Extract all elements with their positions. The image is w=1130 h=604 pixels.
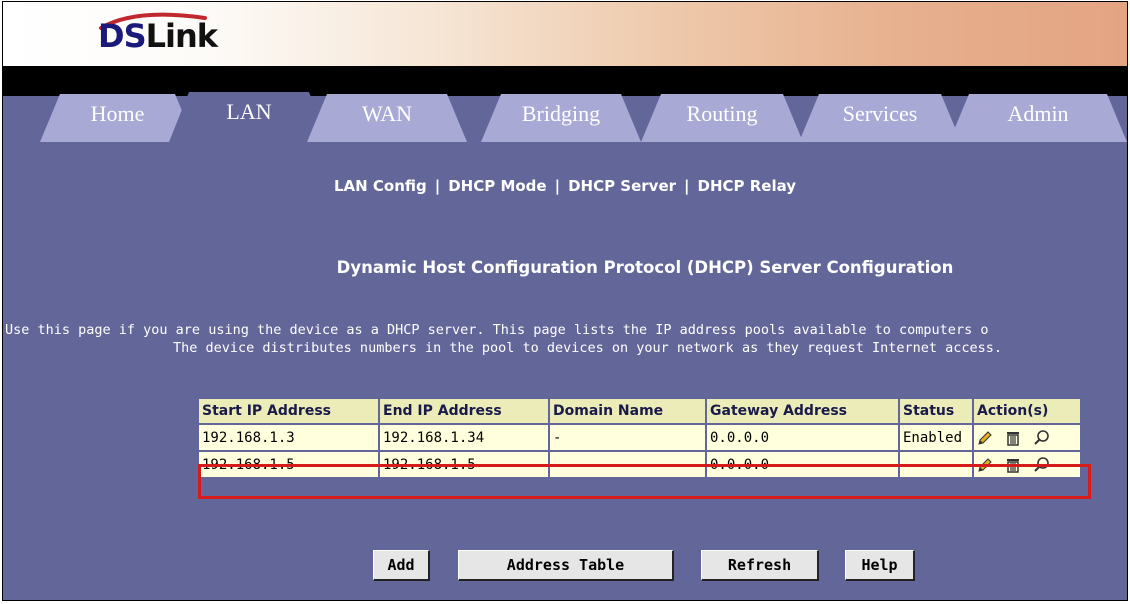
cell-start-ip: 192.168.1.3 <box>199 425 378 450</box>
subnav-lan-config[interactable]: LAN Config <box>334 177 427 195</box>
help-button[interactable]: Help <box>845 550 915 581</box>
router-config-page: DSLink Home LAN WAN Bridging Routing Ser… <box>2 1 1128 601</box>
column-header-status: Status <box>900 399 972 423</box>
subnav-separator: | <box>554 177 561 195</box>
tab-lan[interactable]: LAN <box>169 92 329 142</box>
logo-ds: DS <box>98 17 147 55</box>
cell-gateway: 0.0.0.0 <box>707 452 898 477</box>
table-row: 192.168.1.3 192.168.1.34 - 0.0.0.0 Enabl… <box>199 425 1080 450</box>
subnav-dhcp-relay[interactable]: DHCP Relay <box>698 177 797 195</box>
description-line-2: The device distributes numbers in the po… <box>173 340 1003 356</box>
cell-start-ip: 192.168.1.5 <box>199 452 378 477</box>
delete-trash-icon[interactable] <box>1004 429 1022 447</box>
cell-domain-name: - <box>550 452 705 477</box>
view-magnifier-icon[interactable] <box>1033 456 1051 474</box>
cell-domain-name: - <box>550 425 705 450</box>
refresh-button[interactable]: Refresh <box>701 550 819 581</box>
cell-status: Enabled <box>900 425 972 450</box>
page-description: Use this page if you are using the devic… <box>5 321 1127 357</box>
delete-trash-icon[interactable] <box>1004 456 1022 474</box>
table-header-row: Start IP Address End IP Address Domain N… <box>199 399 1080 423</box>
cell-end-ip: 192.168.1.34 <box>380 425 548 450</box>
header-banner: DSLink <box>3 2 1127 66</box>
tab-admin[interactable]: Admin <box>949 94 1127 142</box>
tab-wan[interactable]: WAN <box>307 94 467 142</box>
edit-pencil-icon[interactable] <box>976 456 994 474</box>
subnav-dhcp-mode[interactable]: DHCP Mode <box>448 177 546 195</box>
cell-status: - <box>900 452 972 477</box>
column-header-start-ip: Start IP Address <box>199 399 378 423</box>
main-tabs: Home LAN WAN Bridging Routing Services A… <box>3 90 1127 142</box>
cell-actions <box>974 452 1080 477</box>
address-table-button[interactable]: Address Table <box>458 550 674 581</box>
column-header-domain-name: Domain Name <box>550 399 705 423</box>
subnav-dhcp-server[interactable]: DHCP Server <box>568 177 676 195</box>
subnav-separator: | <box>684 177 690 195</box>
table-row: 192.168.1.5 192.168.1.5 - 0.0.0.0 - <box>199 452 1080 477</box>
tab-bridging[interactable]: Bridging <box>481 94 641 142</box>
cell-gateway: 0.0.0.0 <box>707 425 898 450</box>
page-title: Dynamic Host Configuration Protocol (DHC… <box>336 258 954 277</box>
column-header-end-ip: End IP Address <box>380 399 548 423</box>
tab-home[interactable]: Home <box>40 94 195 142</box>
column-header-gateway: Gateway Address <box>707 399 898 423</box>
view-magnifier-icon[interactable] <box>1033 429 1051 447</box>
tab-routing[interactable]: Routing <box>641 94 803 142</box>
subnav-separator: | <box>434 177 441 195</box>
column-header-actions: Action(s) <box>974 399 1080 423</box>
sub-navigation: LAN Config | DHCP Mode | DHCP Server | DHCP Re… <box>3 177 1127 195</box>
tab-services[interactable]: Services <box>799 94 961 142</box>
dhcp-pool-table: Start IP Address End IP Address Domain N… <box>197 397 1082 479</box>
cell-actions <box>974 425 1080 450</box>
description-line-1: Use this page if you are using the devic… <box>5 322 989 338</box>
dslink-logo: DSLink <box>98 16 218 56</box>
cell-end-ip: 192.168.1.5 <box>380 452 548 477</box>
logo-link: Link <box>145 17 218 55</box>
edit-pencil-icon[interactable] <box>976 429 994 447</box>
add-button[interactable]: Add <box>373 550 430 581</box>
